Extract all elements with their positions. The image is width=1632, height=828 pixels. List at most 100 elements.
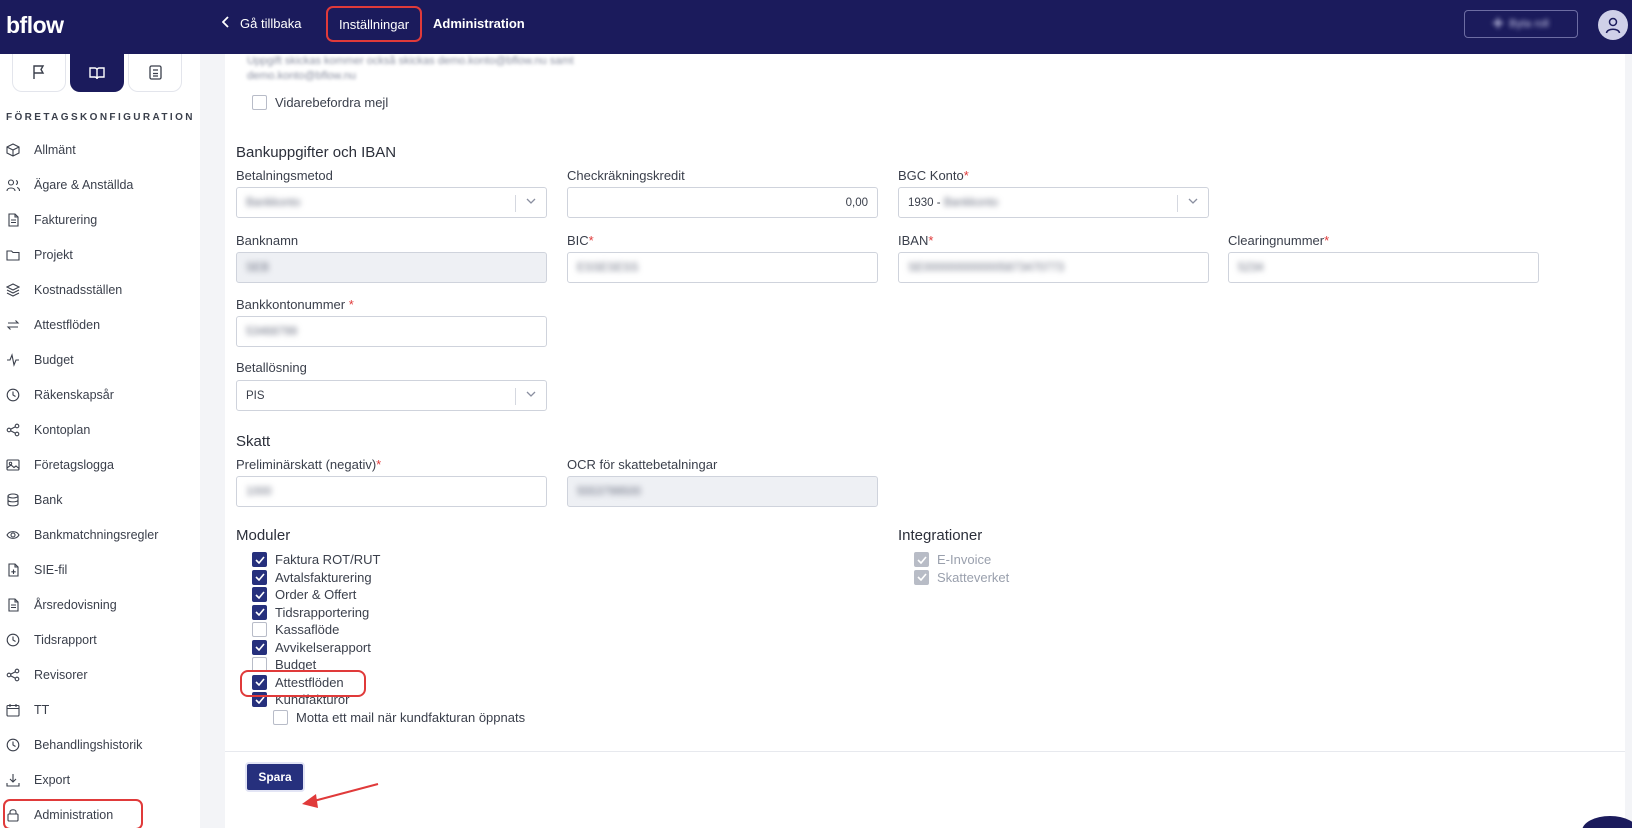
- integration-checkbox: [914, 569, 929, 585]
- overdraft-input[interactable]: 0,00: [567, 187, 878, 218]
- sidebar-item-tidsrapport[interactable]: Tidsrapport: [0, 622, 200, 657]
- module-option[interactable]: Avvikelserapport: [252, 639, 371, 655]
- module-label: Avvikelserapport: [275, 639, 371, 655]
- checkmark-icon: [916, 573, 927, 581]
- bgc-account-select[interactable]: 1930 - Bankkonto: [898, 187, 1209, 218]
- payment-solution-select[interactable]: PIS: [236, 380, 547, 411]
- tab-calculator[interactable]: [128, 54, 182, 92]
- module-label: Kassaflöde: [275, 622, 340, 637]
- user-avatar[interactable]: [1598, 10, 1628, 40]
- module-checkbox[interactable]: [252, 639, 267, 655]
- overdraft-value: 0,00: [845, 196, 868, 209]
- chevron-down-icon: [1188, 198, 1198, 204]
- bank-section-title: Bankuppgifter och IBAN: [236, 144, 397, 161]
- module-checkbox[interactable]: [252, 587, 267, 602]
- sidebar-item-label: Budget: [34, 352, 74, 367]
- clearing-input[interactable]: 5234: [1228, 252, 1539, 283]
- module-option[interactable]: Order & Offert: [252, 587, 356, 602]
- module-option[interactable]: Tidsrapportering: [252, 604, 370, 620]
- calendar-icon: [6, 703, 20, 717]
- tab-flag[interactable]: [12, 54, 66, 92]
- clearing-value: 5234: [1238, 261, 1264, 274]
- chevron-down-icon: [526, 391, 536, 397]
- sidebar-item-tt[interactable]: TT: [0, 692, 200, 727]
- sidebar-tabs: [12, 54, 182, 92]
- sidebar-item-räkenskapsår[interactable]: Räkenskapsår: [0, 377, 200, 412]
- sub-option-mail[interactable]: Motta ett mail när kundfakturan öppnats: [273, 710, 525, 725]
- download-icon: [6, 773, 20, 787]
- sidebar-item-label: Ägare & Anställda: [34, 177, 134, 192]
- forward-mail-label: Vidarebefordra mejl: [275, 95, 389, 110]
- sub-option-label: Motta ett mail när kundfakturan öppnats: [296, 710, 526, 725]
- sidebar-item-attestflöden[interactable]: Attestflöden: [0, 307, 200, 342]
- clock-icon: [6, 738, 20, 751]
- annotation-highlight: [240, 670, 366, 697]
- bic-input[interactable]: ESSESESS: [567, 252, 878, 283]
- save-button[interactable]: Spara: [245, 762, 305, 792]
- sidebar-item-label: Projekt: [34, 247, 73, 262]
- sidebar-item-företagslogga[interactable]: Företagslogga: [0, 447, 200, 482]
- tab-book[interactable]: [70, 54, 124, 92]
- module-checkbox[interactable]: [252, 622, 267, 637]
- breadcrumb-settings[interactable]: Inställningar: [326, 6, 422, 42]
- payment-solution-value: PIS: [246, 389, 265, 402]
- switch-role-button[interactable]: Byta roll: [1464, 10, 1578, 38]
- back-link[interactable]: Gå tillbaka: [221, 16, 302, 31]
- sidebar-item-label: Årsredovisning: [34, 597, 117, 612]
- forward-mail-checkbox[interactable]: [252, 95, 267, 110]
- sidebar-item-label: Kontoplan: [34, 422, 91, 437]
- sidebar-item-label: Räkenskapsår: [34, 387, 114, 402]
- sidebar-item-årsredovisning[interactable]: Årsredovisning: [0, 587, 200, 622]
- sidebar-item-administration[interactable]: Administration: [0, 797, 200, 828]
- module-label: Avtalsfakturering: [275, 569, 372, 585]
- sidebar-item-projekt[interactable]: Projekt: [0, 237, 200, 272]
- sidebar-item-label: Allmänt: [34, 142, 76, 157]
- folder-icon: [6, 249, 20, 261]
- sidebar-item-allmänt[interactable]: Allmänt: [0, 132, 200, 167]
- logo[interactable]: bflow: [6, 12, 64, 39]
- bgc-account-label: BGC Konto*: [898, 168, 969, 183]
- sidebar-item-kostnadsställen[interactable]: Kostnadsställen: [0, 272, 200, 307]
- module-option[interactable]: Faktura ROT/RUT: [252, 552, 380, 567]
- sidebar-item-ägare-anställda[interactable]: Ägare & Anställda: [0, 167, 200, 202]
- sidebar-item-sie-fil[interactable]: SIE-fil: [0, 552, 200, 587]
- sidebar-item-revisorer[interactable]: Revisorer: [0, 657, 200, 692]
- forward-mail-option[interactable]: Vidarebefordra mejl: [252, 95, 388, 110]
- module-checkbox[interactable]: [252, 569, 267, 585]
- account-number-input[interactable]: 53468799: [236, 316, 547, 347]
- sidebar-item-fakturering[interactable]: Fakturering: [0, 202, 200, 237]
- integration-option: E-Invoice: [914, 552, 991, 567]
- sidebar-item-bank[interactable]: Bank: [0, 482, 200, 517]
- checkmark-icon: [254, 555, 265, 564]
- payment-method-select[interactable]: Bankkonto: [236, 187, 547, 218]
- clock-icon: [6, 388, 20, 401]
- sidebar-item-behandlingshistorik[interactable]: Behandlingshistorik: [0, 727, 200, 762]
- account-number-value: 53468799: [246, 325, 298, 338]
- sidebar-item-label: Revisorer: [34, 667, 88, 682]
- flag-icon: [33, 65, 45, 79]
- back-label: Gå tillbaka: [240, 16, 302, 31]
- iban-input[interactable]: SE0000000000005873470773: [898, 252, 1209, 283]
- sub-option-checkbox[interactable]: [273, 710, 288, 725]
- sidebar-item-label: TT: [34, 702, 50, 717]
- sidebar-item-label: Fakturering: [34, 212, 98, 227]
- sidebar-item-kontoplan[interactable]: Kontoplan: [0, 412, 200, 447]
- sidebar-item-budget[interactable]: Budget: [0, 342, 200, 377]
- sidebar-item-export[interactable]: Export: [0, 762, 200, 797]
- module-option[interactable]: Avtalsfakturering: [252, 569, 372, 585]
- plus-icon: [1493, 17, 1504, 31]
- module-checkbox[interactable]: [252, 604, 267, 620]
- ocr-field: 5553799500: [567, 476, 878, 507]
- module-label: Tidsrapportering: [275, 604, 370, 620]
- main-content: Uppgift skickas kommer också skickas dem…: [225, 54, 1625, 828]
- sidebar-item-bankmatchningsregler[interactable]: Bankmatchningsregler: [0, 517, 200, 552]
- user-icon: [1605, 17, 1621, 34]
- module-checkbox[interactable]: [252, 552, 267, 567]
- book-icon: [89, 66, 105, 79]
- module-option[interactable]: Kassaflöde: [252, 622, 339, 637]
- tax-section-title: Skatt: [236, 433, 271, 450]
- sidebar-item-label: Behandlingshistorik: [34, 737, 143, 752]
- prelim-tax-input[interactable]: 1000: [236, 476, 547, 507]
- sidebar-item-label: Kostnadsställen: [34, 282, 123, 297]
- prelim-tax-label: Preliminärskatt (negativ)*: [236, 457, 382, 472]
